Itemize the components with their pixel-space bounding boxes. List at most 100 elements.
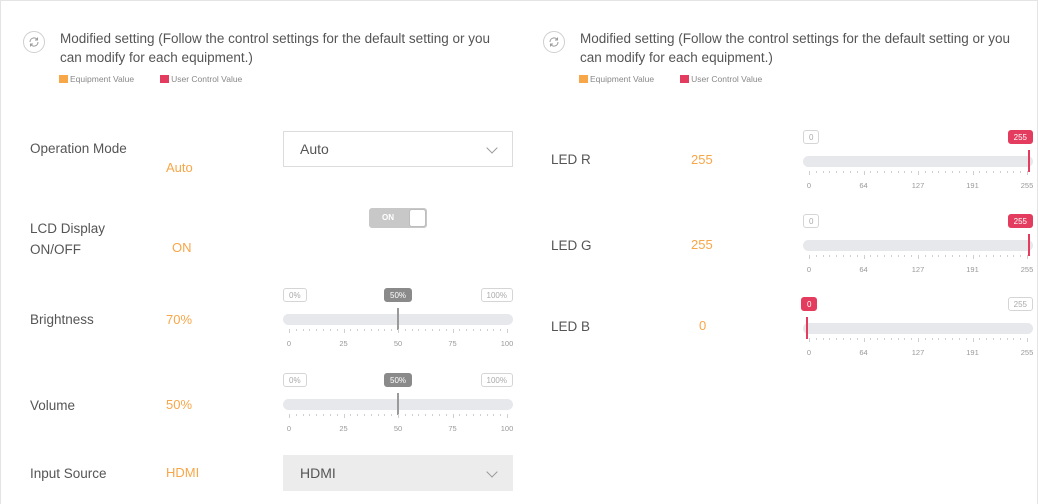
led-r-slider[interactable]: 0255255064127191255 (803, 130, 1033, 194)
slider-tick (425, 329, 427, 331)
slider-tick (486, 414, 488, 416)
slider-tick (425, 414, 427, 416)
brightness-value: 70% (166, 312, 193, 327)
slider-tick (931, 338, 933, 340)
slider-tick (938, 255, 940, 257)
slider-tick (856, 255, 858, 257)
brightness-slider[interactable]: 0% 100% 50% 0 25 50 75 100 (283, 288, 513, 352)
slider-tick (856, 171, 858, 173)
legend-equipment: Equipment Value (590, 74, 655, 84)
slider-tick (384, 329, 386, 331)
slider-tick (986, 338, 988, 340)
input-source-select[interactable]: HDMI (283, 455, 513, 491)
slider-tick (323, 414, 325, 416)
slider-tick (870, 255, 872, 257)
slider-tick (931, 171, 933, 173)
select-value: HDMI (300, 465, 336, 481)
led-g-slider[interactable]: 0255255064127191255 (803, 214, 1033, 278)
slider-tick (466, 329, 468, 331)
slider-tick (870, 338, 872, 340)
slider-tick (809, 255, 810, 259)
slider-tick (890, 338, 892, 340)
slider-tick (904, 255, 906, 257)
slider-tick-label: 25 (339, 339, 348, 348)
slider-tick-label: 191 (966, 265, 979, 274)
slider-tick (938, 171, 940, 173)
slider-tick (836, 338, 838, 340)
slider-tick (979, 171, 981, 173)
slider-handle[interactable] (1028, 150, 1030, 172)
slider-tick (945, 171, 947, 173)
slider-tick (836, 171, 838, 173)
slider-tick (1006, 338, 1008, 340)
slider-tick (986, 171, 988, 173)
sync-icon (543, 31, 565, 53)
slider-tick (357, 414, 359, 416)
slider-tick-label: 64 (859, 348, 868, 357)
operation-mode-label: Operation Mode (30, 141, 127, 156)
right-legend: Equipment Value User Control Value (579, 74, 788, 84)
operation-mode-select[interactable]: Auto (283, 131, 513, 167)
slider-track[interactable] (803, 156, 1033, 167)
slider-tick (479, 414, 481, 416)
slider-tick-label: 127 (911, 181, 925, 190)
led-g-value: 255 (691, 237, 713, 252)
slider-handle[interactable] (1028, 234, 1030, 256)
slider-tick (493, 329, 495, 331)
slider-tick (363, 414, 365, 416)
slider-tick (999, 338, 1001, 340)
slider-tick (829, 171, 831, 173)
slider-tick (357, 329, 359, 331)
slider-tick-label: 100 (500, 339, 514, 348)
equipment-swatch (59, 75, 68, 83)
slider-tick (329, 329, 331, 331)
slider-tick (904, 171, 906, 173)
slider-current-tag: 255 (1007, 130, 1033, 144)
slider-track[interactable] (803, 323, 1033, 334)
slider-tick-label: 255 (1020, 181, 1034, 190)
slider-tick (958, 171, 960, 173)
slider-tick (958, 255, 960, 257)
slider-handle[interactable] (397, 308, 399, 330)
slider-tick-label: 0 (286, 424, 292, 433)
slider-tick (911, 255, 913, 257)
slider-tick (918, 338, 919, 342)
slider-min-tag: 0% (283, 288, 307, 302)
slider-tick (870, 171, 872, 173)
slider-tick (890, 171, 892, 173)
slider-tick (445, 329, 447, 331)
lcd-toggle[interactable]: ON (369, 208, 427, 228)
slider-tick (890, 255, 892, 257)
slider-tick (398, 329, 399, 333)
volume-slider[interactable]: 0% 100% 50% 0 25 50 75 100 (283, 373, 513, 437)
slider-tick (897, 255, 899, 257)
left-legend: Equipment Value User Control Value (59, 74, 268, 84)
led-b-slider[interactable]: 02550064127191255 (801, 297, 1033, 361)
slider-tick (391, 414, 393, 416)
slider-track[interactable] (803, 240, 1033, 251)
slider-tick-label: 0 (806, 348, 812, 357)
slider-tick (459, 329, 461, 331)
slider-tick (1006, 255, 1008, 257)
slider-tick-label: 50 (393, 339, 403, 348)
slider-tick (466, 414, 468, 416)
slider-handle[interactable] (397, 393, 399, 415)
slider-tick (336, 414, 338, 416)
slider-tick (945, 338, 947, 340)
slider-handle[interactable] (806, 317, 808, 339)
lcd-display-label: LCD Display ON/OFF (30, 221, 106, 257)
slider-tick (897, 338, 899, 340)
slider-tick (918, 171, 919, 175)
slider-tick (316, 329, 318, 331)
slider-current-tag: 50% (384, 373, 413, 387)
slider-max-tag: 100% (480, 373, 513, 387)
slider-tick (931, 255, 933, 257)
slider-tick (849, 338, 851, 340)
slider-min-tag: 0 (803, 130, 820, 144)
slider-tick (452, 414, 454, 418)
slider-tick (822, 171, 824, 173)
input-source-label: Input Source (30, 466, 107, 481)
slider-tick (911, 171, 913, 173)
slider-tick (965, 338, 967, 340)
legend-user: User Control Value (691, 74, 763, 84)
